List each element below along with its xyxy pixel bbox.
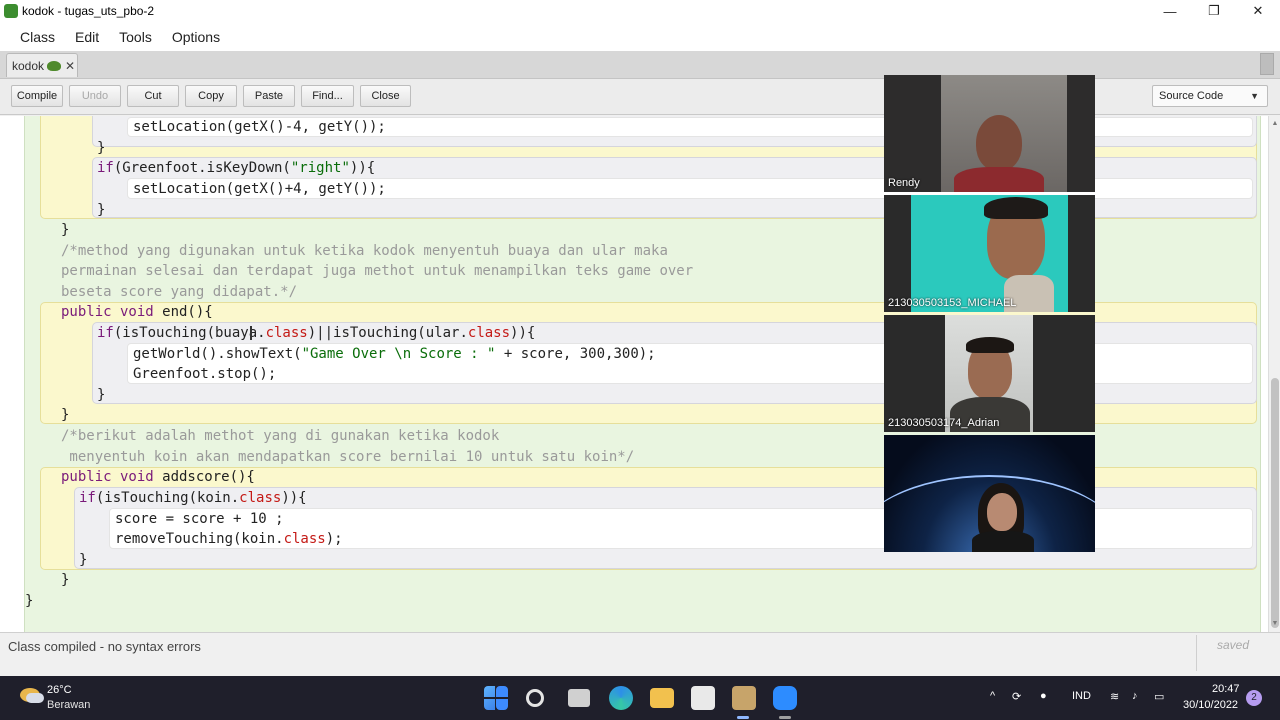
greenfoot-taskbar-icon[interactable] — [732, 686, 756, 710]
video-tile-adrian[interactable]: 213030503174_Adrian — [884, 315, 1095, 432]
scroll-up-icon[interactable]: ▲ — [1271, 120, 1279, 128]
view-mode-select[interactable]: Source Code ▼ — [1152, 85, 1268, 107]
participant-face — [987, 493, 1017, 531]
video-tile-rendy[interactable]: Rendy — [884, 75, 1095, 192]
menu-bar: Class Edit Tools Options — [0, 22, 1280, 51]
wifi-icon[interactable]: ≋ — [1110, 690, 1119, 703]
search-icon[interactable] — [526, 689, 544, 707]
code-line: setLocation(getX()-4, getY()); — [133, 119, 386, 135]
vertical-scrollbar[interactable]: ▲ ▼ — [1268, 116, 1280, 632]
code-line: if(Greenfoot.isKeyDown("right")){ — [97, 160, 376, 176]
store-icon[interactable] — [691, 686, 715, 710]
code-line: } — [61, 407, 70, 423]
participant-name: 213030503153_MICHAEL — [888, 297, 1017, 309]
cut-button[interactable]: Cut — [127, 85, 179, 107]
compile-button[interactable]: Compile — [11, 85, 63, 107]
participant-body — [954, 167, 1044, 192]
code-comment: menyentuh koin akan mendapatkan score be… — [61, 449, 635, 465]
sync-icon[interactable]: ⟳ — [1012, 690, 1021, 703]
windows-start-icon-right[interactable] — [496, 686, 508, 710]
code-line: Greenfoot.stop(); — [133, 366, 277, 382]
saved-indicator: saved — [1217, 638, 1250, 652]
code-line: score = score + 10 ; — [115, 511, 284, 527]
volume-icon[interactable]: ♪ — [1132, 690, 1138, 702]
close-button[interactable]: Close — [360, 85, 411, 107]
tab-kodok[interactable]: kodok ✕ — [6, 53, 78, 77]
notification-badge[interactable]: 2 — [1246, 690, 1262, 706]
code-comment: beseta score yang didapat.*/ — [61, 284, 298, 300]
participant-body — [972, 531, 1034, 552]
menu-options[interactable]: Options — [162, 29, 230, 45]
maximize-button[interactable]: ❐ — [1192, 0, 1236, 22]
weather-description[interactable]: Berawan — [47, 699, 90, 711]
code-comment: permainan selesai dan terdapat juga meth… — [61, 263, 694, 279]
code-line: } — [97, 202, 106, 218]
menu-class[interactable]: Class — [10, 29, 65, 45]
code-line: if(isTouching(koin.class)){ — [79, 490, 307, 506]
view-mode-value: Source Code — [1159, 90, 1224, 102]
video-tile-michael[interactable]: 213030503153_MICHAEL — [884, 195, 1095, 312]
participant-name: 213030503174_Adrian — [888, 417, 1000, 429]
code-line: } — [61, 572, 70, 588]
code-line: } — [79, 552, 88, 568]
weather-temperature[interactable]: 26°C — [47, 684, 72, 696]
chevron-down-icon: ▼ — [1250, 91, 1259, 101]
minimize-button[interactable]: — — [1148, 0, 1192, 22]
participant-name: Rendy — [888, 177, 920, 189]
title-bar: kodok - tugas_uts_pbo-2 — ❐ ✕ — [0, 0, 1280, 22]
tab-label: kodok — [12, 58, 45, 73]
input-language[interactable]: IND — [1072, 690, 1091, 702]
scroll-down-icon[interactable]: ▼ — [1271, 620, 1279, 628]
chevron-up-icon[interactable]: ^ — [990, 690, 995, 702]
file-explorer-icon[interactable] — [650, 688, 674, 708]
microphone-icon[interactable]: ● — [1040, 690, 1047, 702]
code-line: setLocation(getX()+4, getY()); — [133, 181, 386, 197]
code-line: } — [25, 593, 34, 609]
code-line: removeTouching(koin.class); — [115, 531, 343, 547]
frog-icon — [47, 60, 62, 71]
active-app-indicator — [737, 716, 749, 719]
windows-taskbar: 26°C Berawan ^ ⟳ ● IND ≋ ♪ ▭ 20:47 30/10… — [0, 676, 1280, 720]
menu-edit[interactable]: Edit — [65, 29, 109, 45]
code-line: } — [97, 387, 106, 403]
status-bar: Class compiled - no syntax errors saved — [0, 632, 1280, 676]
running-app-indicator — [779, 716, 791, 719]
task-view-icon[interactable] — [568, 689, 590, 707]
tab-close-icon[interactable]: ✕ — [65, 59, 75, 73]
window-title: kodok - tugas_uts_pbo-2 — [22, 4, 155, 18]
code-line: getWorld().showText("Game Over \n Score … — [133, 346, 656, 362]
clock-time[interactable]: 20:47 — [1212, 683, 1240, 695]
code-comment: /*method yang digunakan untuk ketika kod… — [61, 243, 668, 259]
zoom-icon[interactable] — [773, 686, 797, 710]
scrollbar-thumb[interactable] — [1271, 378, 1279, 628]
code-line: } — [97, 140, 106, 156]
battery-icon[interactable]: ▭ — [1154, 690, 1164, 703]
paste-button[interactable]: Paste — [243, 85, 295, 107]
participant-hair — [966, 337, 1014, 353]
text-cursor — [250, 326, 252, 340]
code-comment: /*berikut adalah methot yang di gunakan … — [61, 428, 500, 444]
status-divider — [1196, 635, 1197, 671]
video-tile-space-background[interactable] — [884, 435, 1095, 552]
code-line: } — [61, 222, 70, 238]
participant-face — [976, 115, 1022, 171]
clock-date[interactable]: 30/10/2022 — [1183, 699, 1238, 711]
copy-button[interactable]: Copy — [185, 85, 237, 107]
menu-tools[interactable]: Tools — [109, 29, 162, 45]
edge-browser-icon[interactable] — [609, 686, 633, 710]
participant-hair — [984, 197, 1048, 219]
find-button[interactable]: Find... — [301, 85, 354, 107]
close-window-button[interactable]: ✕ — [1236, 0, 1280, 22]
greenfoot-app-icon — [4, 4, 18, 18]
code-line: public void addscore(){ — [61, 469, 255, 485]
code-line: public void end(){ — [61, 304, 213, 320]
tab-overflow-button[interactable] — [1260, 53, 1274, 75]
code-line: if(isTouching(buaya.class)||isTouching(u… — [97, 325, 536, 341]
undo-button[interactable]: Undo — [69, 85, 121, 107]
compile-status: Class compiled - no syntax errors — [8, 639, 201, 654]
weather-cloud-icon — [20, 688, 44, 703]
